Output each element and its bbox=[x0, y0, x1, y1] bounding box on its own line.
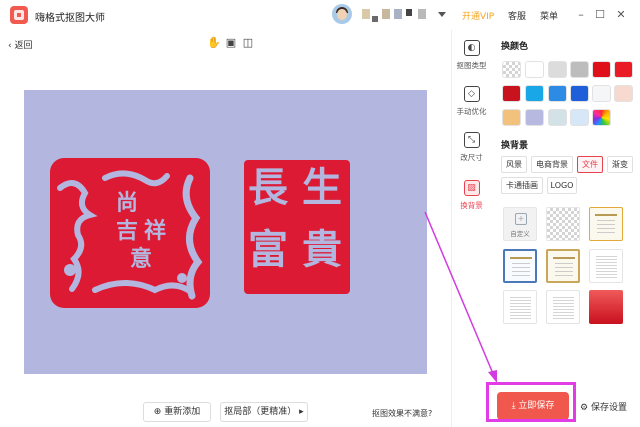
title-bar: 嗨格式抠图大师 开通VIP 客服 菜单 – ☐ ✕ bbox=[0, 0, 640, 31]
gear-icon: ⚙ bbox=[580, 403, 589, 413]
background-thumb-certificate[interactable] bbox=[589, 207, 623, 241]
re-add-button[interactable]: ⊕ 重新添加 bbox=[143, 402, 211, 422]
seal-char: 祥 bbox=[144, 218, 167, 244]
eraser-icon: ◇ bbox=[463, 86, 480, 102]
bg-category-cartoon[interactable]: 卡通插画 bbox=[501, 177, 543, 194]
back-button[interactable]: ‹ 返回 bbox=[8, 38, 33, 51]
vip-button[interactable]: 开通VIP bbox=[462, 9, 494, 22]
menu-button[interactable]: 菜单 bbox=[540, 9, 558, 22]
compare-icon[interactable]: ◫ bbox=[242, 37, 254, 49]
tab-label: 抠图类型 bbox=[456, 61, 487, 70]
username-block bbox=[406, 9, 412, 16]
seal-char: 貴 bbox=[302, 226, 342, 273]
background-thumb-certificate[interactable] bbox=[546, 249, 580, 283]
play-circle-icon: ▸ bbox=[299, 407, 304, 417]
custom-background-button[interactable]: + 自定义 bbox=[503, 207, 537, 241]
cutout-type-icon: ◐ bbox=[463, 40, 480, 56]
refine-label: 抠局部（更精准） bbox=[224, 407, 297, 417]
color-swatch[interactable] bbox=[548, 85, 567, 102]
tab-resize[interactable]: ⤡ 改尺寸 bbox=[452, 132, 491, 163]
color-swatch-transparent[interactable] bbox=[502, 61, 521, 78]
tab-label: 改尺寸 bbox=[460, 153, 483, 162]
tab-label: 换背景 bbox=[460, 201, 483, 210]
color-section-title: 换颜色 bbox=[501, 42, 529, 52]
custom-background-label: 自定义 bbox=[510, 230, 530, 238]
highlight-box bbox=[486, 382, 576, 422]
color-swatch[interactable] bbox=[570, 109, 589, 126]
background-section-title: 换背景 bbox=[501, 141, 529, 151]
seal-char: 吉 bbox=[116, 218, 139, 244]
seal-char: 意 bbox=[130, 246, 153, 272]
custom-color-picker-icon[interactable] bbox=[592, 109, 611, 126]
maximize-icon[interactable]: ☐ bbox=[593, 8, 607, 22]
seal-char: 長 bbox=[248, 164, 288, 211]
close-icon[interactable]: ✕ bbox=[614, 8, 628, 22]
background-icon: ▨ bbox=[463, 180, 480, 196]
background-thumb-document[interactable] bbox=[546, 290, 580, 324]
bg-category-document[interactable]: 文件 bbox=[577, 156, 603, 173]
color-swatch[interactable] bbox=[592, 61, 611, 78]
background-thumb-certificate[interactable] bbox=[503, 249, 537, 283]
app-logo-icon bbox=[10, 6, 28, 24]
username-block bbox=[372, 16, 378, 22]
fit-view-icon[interactable]: ▣ bbox=[225, 37, 237, 49]
seal-char: 富 bbox=[248, 226, 288, 273]
save-settings-label: 保存设置 bbox=[590, 403, 627, 413]
tab-label: 手动优化 bbox=[456, 107, 487, 116]
resize-icon: ⤡ bbox=[463, 132, 480, 148]
color-swatch[interactable] bbox=[592, 85, 611, 102]
background-thumb-red[interactable] bbox=[589, 290, 623, 324]
back-label: 返回 bbox=[14, 41, 33, 51]
username-block bbox=[394, 9, 402, 19]
side-tabs: ◐ 抠图类型 ◇ 手动优化 ⤡ 改尺寸 ▨ 换背景 bbox=[451, 30, 492, 427]
app-title: 嗨格式抠图大师 bbox=[35, 13, 105, 24]
tab-change-background[interactable]: ▨ 换背景 bbox=[452, 180, 491, 211]
image-preview: 尚 吉 祥 意 生 長 貴 富 bbox=[24, 90, 427, 374]
tab-cutout-type[interactable]: ◐ 抠图类型 bbox=[452, 40, 491, 71]
bg-category-scenery[interactable]: 风景 bbox=[501, 156, 527, 173]
color-swatch[interactable] bbox=[525, 61, 544, 78]
plus-circle-icon: ⊕ bbox=[153, 407, 162, 417]
bg-category-ecommerce[interactable]: 电商背景 bbox=[531, 156, 573, 173]
chevron-left-icon: ‹ bbox=[8, 41, 12, 51]
color-swatch[interactable] bbox=[502, 109, 521, 126]
bg-category-logo[interactable]: LOGO bbox=[547, 177, 577, 194]
custom-background-icon: + bbox=[515, 213, 527, 225]
color-swatch[interactable] bbox=[570, 61, 589, 78]
color-swatch[interactable] bbox=[548, 61, 567, 78]
username-block bbox=[382, 9, 390, 19]
re-add-label: 重新添加 bbox=[164, 407, 201, 417]
refine-button[interactable]: 抠局部（更精准） ▸ bbox=[220, 402, 308, 422]
seal-left: 尚 吉 祥 意 bbox=[50, 158, 210, 308]
seal-char: 尚 bbox=[116, 190, 139, 216]
background-thumb-document[interactable] bbox=[503, 290, 537, 324]
color-swatch[interactable] bbox=[548, 109, 567, 126]
right-panel: 换颜色 换背景 风景 电商背景 文件 渐变 卡通插画 LOGO + 自定义 bbox=[491, 30, 640, 427]
tab-manual-optimize[interactable]: ◇ 手动优化 bbox=[452, 86, 491, 117]
color-swatch[interactable] bbox=[502, 85, 521, 102]
service-button[interactable]: 客服 bbox=[508, 9, 526, 22]
seal-right: 生 長 貴 富 bbox=[244, 160, 350, 294]
bg-category-gradient[interactable]: 渐变 bbox=[607, 156, 633, 173]
save-settings-button[interactable]: ⚙ 保存设置 bbox=[580, 400, 627, 413]
username-block bbox=[418, 9, 426, 19]
color-swatch[interactable] bbox=[525, 85, 544, 102]
seal-char: 生 bbox=[302, 164, 342, 211]
account-dropdown-icon[interactable] bbox=[438, 12, 446, 17]
minimize-icon[interactable]: – bbox=[574, 8, 588, 22]
feedback-link[interactable]: 抠图效果不满意? bbox=[372, 408, 432, 419]
avatar-face bbox=[337, 9, 347, 20]
color-swatch[interactable] bbox=[570, 85, 589, 102]
color-swatch[interactable] bbox=[525, 109, 544, 126]
color-swatch[interactable] bbox=[614, 61, 633, 78]
user-avatar[interactable] bbox=[332, 4, 352, 24]
background-thumb-document[interactable] bbox=[589, 249, 623, 283]
background-thumb-transparent[interactable] bbox=[546, 207, 580, 241]
hand-tool-icon[interactable]: ✋ bbox=[207, 37, 221, 49]
color-swatch[interactable] bbox=[614, 85, 633, 102]
username-block bbox=[362, 9, 370, 19]
